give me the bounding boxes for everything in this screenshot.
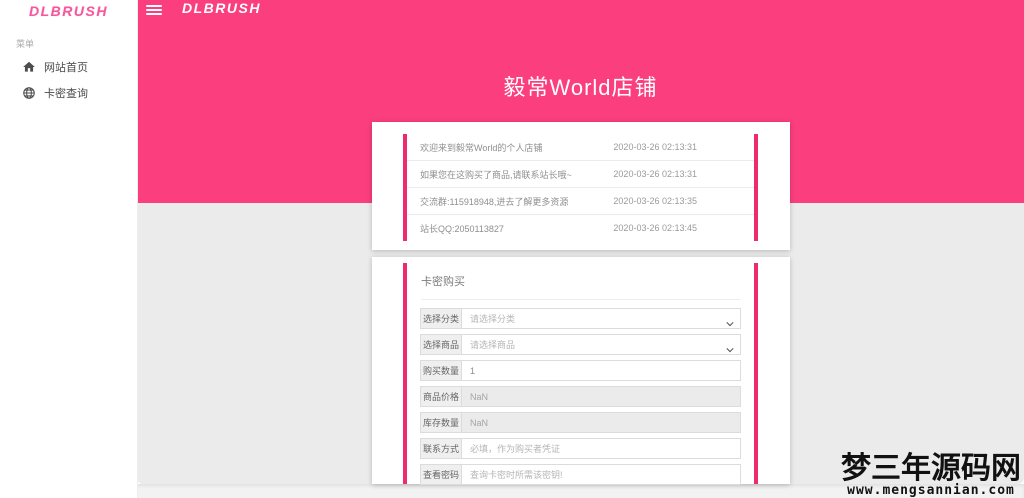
announcement-row: 如果您在这购买了商品,请联系站长哦~ 2020-03-26 02:13:31 xyxy=(407,161,754,188)
watermark-url: www.mengsannian.com xyxy=(847,483,1015,498)
announcement-row: 交流群:115918948,进去了解更多资源 2020-03-26 02:13:3… xyxy=(407,188,754,215)
announcement-text: 交流群:115918948,进去了解更多资源 xyxy=(420,196,569,207)
announcement-text: 站长QQ:2050113827 xyxy=(420,223,504,234)
sidebar-item-label: 网站首页 xyxy=(44,62,88,74)
field-label-stock: 库存数量 xyxy=(420,412,461,433)
selected-option-text: 请选择分类 xyxy=(470,314,516,324)
product-select[interactable]: 请选择商品 xyxy=(461,334,741,355)
sidebar-item-card-query[interactable]: 卡密查询 xyxy=(0,80,137,106)
chevron-down-icon xyxy=(726,341,734,352)
sidebar-logo[interactable]: DLBRUSH xyxy=(0,3,137,19)
announcement-timestamp: 2020-03-26 02:13:35 xyxy=(613,196,697,206)
field-label-view-password: 查看密码 xyxy=(420,464,461,485)
field-label-price: 商品价格 xyxy=(420,386,461,407)
globe-icon xyxy=(22,86,36,100)
form-row-quantity: 购买数量 xyxy=(420,360,741,381)
announcements-card: 欢迎来到毅常World的个人店铺 2020-03-26 02:13:31 如果您在这… xyxy=(372,122,790,250)
sidebar-item-label: 卡密查询 xyxy=(44,88,88,100)
form-row-view-password: 查看密码 xyxy=(420,464,741,485)
price-field-wrap xyxy=(461,386,741,407)
watermark-site-name: 梦三年源码网 xyxy=(841,452,1021,485)
form-row-stock: 库存数量 xyxy=(420,412,741,433)
field-label-product: 选择商品 xyxy=(420,334,461,355)
price-input xyxy=(462,387,740,406)
sidebar-item-home[interactable]: 网站首页 xyxy=(0,54,137,80)
announcement-timestamp: 2020-03-26 02:13:31 xyxy=(613,169,697,179)
menu-section-label: 菜单 xyxy=(16,39,35,49)
announcement-row: 站长QQ:2050113827 2020-03-26 02:13:45 xyxy=(407,215,754,241)
announcement-text: 欢迎来到毅常World的个人店铺 xyxy=(420,142,543,153)
sidebar: DLBRUSH 菜单 网站首页卡密查询 xyxy=(0,0,138,498)
form-row-contact: 联系方式 xyxy=(420,438,741,459)
field-label-contact: 联系方式 xyxy=(420,438,461,459)
purchase-form: 选择分类请选择分类选择商品请选择商品购买数量商品价格库存数量联系方式查看密码 xyxy=(407,300,754,485)
quantity-input[interactable] xyxy=(462,361,740,380)
form-row-product: 选择商品 请选择商品 xyxy=(420,334,741,355)
announcement-text: 如果您在这购买了商品,请联系站长哦~ xyxy=(420,169,572,180)
quantity-field-wrap xyxy=(461,360,741,381)
announcement-timestamp: 2020-03-26 02:13:31 xyxy=(613,142,697,152)
stock-field-wrap xyxy=(461,412,741,433)
announcement-timestamp: 2020-03-26 02:13:45 xyxy=(613,223,697,233)
purchase-box: 卡密购买 选择分类请选择分类选择商品请选择商品购买数量商品价格库存数量联系方式查… xyxy=(403,263,758,485)
category-select[interactable]: 请选择分类 xyxy=(461,308,741,329)
purchase-card: 卡密购买 选择分类请选择分类选择商品请选择商品购买数量商品价格库存数量联系方式查… xyxy=(372,257,790,485)
field-label-category: 选择分类 xyxy=(420,308,461,329)
chevron-down-icon xyxy=(726,315,734,326)
stock-input xyxy=(462,413,740,432)
announcements-list: 欢迎来到毅常World的个人店铺 2020-03-26 02:13:31 如果您在这… xyxy=(403,134,758,241)
watermark: 梦三年源码网 www.mengsannian.com xyxy=(841,454,1021,498)
contact-input[interactable] xyxy=(462,439,740,458)
announcement-row: 欢迎来到毅常World的个人店铺 2020-03-26 02:13:31 xyxy=(407,134,754,161)
form-row-category: 选择分类 请选择分类 xyxy=(420,308,741,329)
form-row-price: 商品价格 xyxy=(420,386,741,407)
home-icon xyxy=(22,60,36,74)
sidebar-menu: 网站首页 卡密查询 xyxy=(0,54,137,106)
shop-title: 毅常World店铺 xyxy=(503,75,658,100)
header-logo[interactable]: DLBRUSH xyxy=(182,0,261,16)
field-label-quantity: 购买数量 xyxy=(420,360,461,381)
view-password-input[interactable] xyxy=(462,465,740,484)
purchase-title: 卡密购买 xyxy=(421,276,465,288)
hamburger-menu-icon[interactable] xyxy=(146,3,162,17)
view-password-field-wrap xyxy=(461,464,741,485)
contact-field-wrap xyxy=(461,438,741,459)
selected-option-text: 请选择商品 xyxy=(470,340,516,350)
